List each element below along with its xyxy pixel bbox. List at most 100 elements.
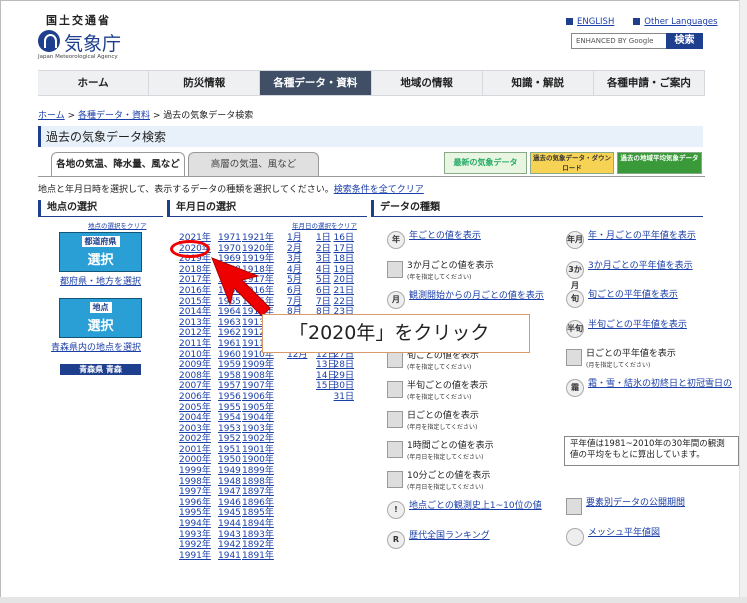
breadcrumb-home[interactable]: ホーム: [38, 111, 65, 121]
day-link[interactable]: 17日: [333, 244, 354, 255]
data-type-publication-period[interactable]: 要素別データの公開期間: [566, 498, 685, 515]
year-link[interactable]: 1971年: [218, 233, 241, 244]
year-link[interactable]: 1995年: [179, 508, 211, 519]
year-link[interactable]: 2012年: [179, 328, 211, 339]
year-link[interactable]: 1894年: [242, 519, 274, 530]
year-link[interactable]: 1945年: [218, 508, 241, 519]
year-link[interactable]: 1997年: [179, 487, 211, 498]
search-input[interactable]: ENHANCED BY Google: [571, 33, 667, 49]
nav-knowledge[interactable]: 知識・解説: [483, 71, 594, 95]
data-type-right-3[interactable]: 半旬 半旬ごとの平年値を表示: [566, 319, 687, 338]
clear-date-link[interactable]: 年月日の選択をクリア: [292, 220, 357, 230]
year-link[interactable]: 1958年: [218, 371, 241, 382]
data-type-right-5[interactable]: 霜霜・雪・結氷の初終日と初冠雪日の: [566, 378, 732, 397]
data-type-right-2[interactable]: 旬旬ごとの平年値を表示: [566, 290, 678, 308]
year-link[interactable]: 1899年: [242, 466, 274, 477]
data-type-label[interactable]: 地点ごとの観測史上1~10位の値: [409, 501, 542, 512]
month-link[interactable]: 7月: [287, 297, 307, 308]
data-type-left-9[interactable]: ! 地点ごとの観測史上1~10位の値: [387, 501, 542, 519]
point-select-button[interactable]: 地点 選択: [59, 298, 142, 338]
year-link[interactable]: 1956年: [218, 392, 241, 403]
data-type-label[interactable]: 旬ごとの平年値を表示: [588, 290, 678, 301]
english-link[interactable]: ENGLISH: [577, 17, 614, 27]
year-link[interactable]: 1907年: [242, 381, 274, 392]
year-link[interactable]: 1993年: [179, 530, 211, 541]
month-link[interactable]: 1月: [287, 233, 307, 244]
year-link[interactable]: 1892年: [242, 540, 274, 551]
year-link[interactable]: 1908年: [242, 371, 274, 382]
year-link[interactable]: 1943年: [218, 530, 241, 541]
day-link[interactable]: 18日: [333, 254, 354, 265]
year-link[interactable]: 2009年: [179, 360, 211, 371]
year-link[interactable]: 2007年: [179, 381, 211, 392]
data-type-label[interactable]: 観測開始からの月ごとの値を表示: [409, 291, 544, 302]
year-link[interactable]: 1998年: [179, 477, 211, 488]
year-link[interactable]: 1992年: [179, 540, 211, 551]
nav-regional[interactable]: 地域の情報: [372, 71, 483, 95]
point-link[interactable]: 青森県内の地点を選択: [51, 340, 141, 353]
data-type-left-10[interactable]: R 歴代全国ランキング: [387, 531, 490, 549]
jma-name[interactable]: 気象庁: [64, 29, 121, 56]
latest-data-banner[interactable]: 最新の気象データ: [444, 152, 527, 174]
year-link[interactable]: 1962年: [218, 328, 241, 339]
month-link[interactable]: 5月: [287, 275, 307, 286]
month-link[interactable]: 2月: [287, 244, 307, 255]
year-link[interactable]: 1954年: [218, 413, 241, 424]
other-languages-link[interactable]: Other Languages: [644, 17, 717, 27]
year-link[interactable]: 1947年: [218, 487, 241, 498]
year-link[interactable]: 1904年: [242, 413, 274, 424]
year-link[interactable]: 2004年: [179, 413, 211, 424]
year-link[interactable]: 1900年: [242, 455, 274, 466]
jma-logo-icon[interactable]: [38, 30, 60, 52]
year-link[interactable]: 1949年: [218, 466, 241, 477]
year-link[interactable]: 1960年: [218, 350, 241, 361]
data-type-label[interactable]: 要素別データの公開期間: [586, 498, 685, 509]
breadcrumb-data[interactable]: 各種データ・資料: [78, 111, 150, 121]
year-link[interactable]: 1946年: [218, 498, 241, 509]
year-link[interactable]: 1903年: [242, 424, 274, 435]
year-link[interactable]: 2011年: [179, 339, 211, 350]
year-link[interactable]: 1893年: [242, 530, 274, 541]
year-link[interactable]: 1891年: [242, 551, 274, 562]
day-link[interactable]: 31日: [333, 392, 354, 403]
tab-upper-air[interactable]: 高層の気温、風など: [188, 152, 319, 177]
year-link[interactable]: 1896年: [242, 498, 274, 509]
year-link[interactable]: 2008年: [179, 371, 211, 382]
year-link[interactable]: 1944年: [218, 519, 241, 530]
nav-home[interactable]: ホーム: [38, 71, 150, 95]
year-link[interactable]: 1898年: [242, 477, 274, 488]
prefecture-link[interactable]: 都府県・地方を選択: [60, 274, 141, 287]
tab-surface[interactable]: 各地の気温、降水量、風など: [51, 152, 185, 177]
year-link[interactable]: 1955年: [218, 403, 241, 414]
year-link[interactable]: 1897年: [242, 487, 274, 498]
data-type-label[interactable]: メッシュ平年値図: [588, 528, 660, 539]
year-link[interactable]: 1994年: [179, 519, 211, 530]
day-link[interactable]: 21日: [333, 286, 354, 297]
month-link[interactable]: 6月: [287, 286, 307, 297]
vertical-scrollbar[interactable]: [739, 0, 747, 603]
year-link[interactable]: 1941年: [218, 551, 241, 562]
download-banner[interactable]: 過去の気象データ・ダウンロード: [530, 152, 614, 174]
data-type-left-2[interactable]: 月観測開始からの月ごとの値を表示: [387, 291, 544, 309]
year-link[interactable]: 1921年: [242, 233, 274, 244]
year-link[interactable]: 2005年: [179, 403, 211, 414]
day-link[interactable]: 20日: [333, 275, 354, 286]
horizontal-scrollbar[interactable]: [0, 597, 747, 603]
data-type-label[interactable]: 霜・雪・結氷の初終日と初冠雪日の: [588, 379, 732, 390]
year-link[interactable]: 1952年: [218, 434, 241, 445]
year-link[interactable]: 1909年: [242, 360, 274, 371]
data-type-label[interactable]: 半旬ごとの平年値を表示: [588, 320, 687, 331]
data-type-label[interactable]: 歴代全国ランキング: [409, 531, 490, 542]
year-link[interactable]: 1950年: [218, 455, 241, 466]
year-link[interactable]: 1996年: [179, 498, 211, 509]
year-link[interactable]: 1895年: [242, 508, 274, 519]
day-link[interactable]: 29日: [333, 371, 354, 382]
nav-disaster[interactable]: 防災情報: [149, 71, 261, 95]
year-link[interactable]: 1953年: [218, 424, 241, 435]
data-type-label[interactable]: 年・月ごとの平年値を表示: [588, 231, 696, 242]
month-link[interactable]: 3月: [287, 254, 307, 265]
year-link[interactable]: 2001年: [179, 445, 211, 456]
year-link[interactable]: 1905年: [242, 403, 274, 414]
year-link[interactable]: 1902年: [242, 434, 274, 445]
clear-point-link[interactable]: 地点の選択をクリア: [88, 220, 147, 230]
